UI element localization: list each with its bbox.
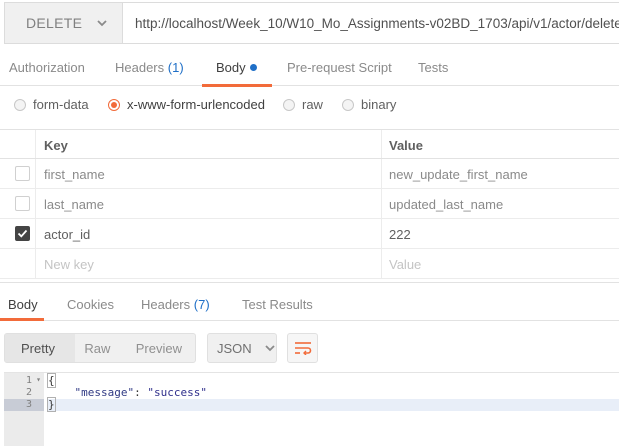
chevron-down-icon (97, 20, 107, 27)
chevron-down-icon (265, 345, 275, 352)
response-body-editor[interactable]: 1 ▾ 2 3 { "message": "success" } (4, 372, 619, 446)
wrap-lines-button[interactable] (287, 333, 318, 363)
param-value-input[interactable]: new_update_first_name (389, 167, 528, 182)
radio-circle-icon (283, 98, 295, 111)
wrap-lines-icon (294, 342, 311, 355)
params-table: Key Value first_name new_update_first_na… (0, 129, 619, 279)
request-tabs: Authorization Headers (1) Body Pre-reque… (0, 52, 619, 86)
line-number: 3 (4, 399, 44, 411)
param-key-input[interactable]: actor_id (44, 227, 90, 242)
line-number: 2 (25, 387, 32, 398)
format-dropdown[interactable]: JSON (207, 333, 277, 363)
table-row: actor_id 222 (0, 219, 619, 249)
url-text: http://localhost/Week_10/W10_Mo_Assignme… (135, 15, 619, 31)
method-dropdown[interactable]: DELETE (5, 3, 123, 43)
radio-circle-icon (14, 98, 26, 111)
json-value: "success" (147, 386, 207, 399)
radio-selected-icon (108, 98, 120, 111)
json-key: "message" (74, 386, 135, 399)
new-param-row: New key Value (0, 249, 619, 279)
request-url-bar: DELETE http://localhost/Week_10/W10_Mo_A… (4, 2, 619, 44)
url-input[interactable]: http://localhost/Week_10/W10_Mo_Assignme… (123, 3, 619, 43)
table-row: first_name new_update_first_name (0, 159, 619, 189)
radio-circle-icon (342, 98, 354, 111)
code-line: "message": "success" (74, 386, 207, 399)
active-tab-indicator (202, 84, 272, 87)
param-key-input[interactable]: last_name (44, 197, 104, 212)
radio-raw[interactable]: raw (283, 97, 323, 112)
code-line-active: } (47, 397, 619, 412)
format-label: JSON (217, 340, 252, 356)
tab-tests[interactable]: Tests (418, 60, 448, 75)
line-number: 1 ▾ (25, 375, 41, 386)
column-header-key: Key (44, 138, 68, 153)
param-value-input[interactable]: updated_last_name (389, 197, 503, 212)
radio-form-data[interactable]: form-data (14, 97, 89, 112)
response-tabs: Body Cookies Headers (7) Test Results (0, 283, 619, 321)
response-headers-count: (7) (193, 297, 210, 312)
table-row: last_name updated_last_name (0, 189, 619, 219)
body-modified-dot-icon (249, 64, 257, 71)
response-tab-body[interactable]: Body (8, 297, 38, 312)
param-key-input[interactable]: first_name (44, 167, 105, 182)
radio-x-www-form-urlencoded[interactable]: x-www-form-urlencoded (108, 97, 265, 112)
line-number-gutter: 1 ▾ 2 3 (4, 373, 44, 446)
tab-pre-request-script[interactable]: Pre-request Script (287, 60, 392, 75)
new-key-input[interactable]: New key (44, 257, 94, 272)
radio-binary[interactable]: binary (342, 97, 396, 112)
row-checkbox[interactable] (15, 166, 30, 181)
row-checkbox[interactable] (15, 196, 30, 211)
response-tab-test-results[interactable]: Test Results (242, 297, 313, 312)
view-mode-group: Pretty Raw Preview (4, 333, 196, 363)
column-header-value: Value (389, 138, 423, 153)
param-value-input[interactable]: 222 (389, 227, 411, 242)
response-active-tab-indicator (0, 318, 44, 321)
code-area: { "message": "success" } (47, 373, 619, 446)
preview-button[interactable]: Preview (130, 341, 195, 356)
table-header: Key Value (0, 129, 619, 159)
fold-arrow-icon[interactable]: ▾ (36, 375, 41, 384)
tab-body[interactable]: Body (216, 60, 257, 75)
new-value-input[interactable]: Value (389, 257, 421, 272)
headers-count: (1) (167, 60, 184, 75)
tab-authorization[interactable]: Authorization (9, 60, 85, 75)
row-checkbox-checked[interactable] (15, 226, 30, 241)
raw-button[interactable]: Raw (74, 341, 129, 356)
tab-headers[interactable]: Headers (1) (115, 60, 184, 75)
pretty-button[interactable]: Pretty (5, 341, 74, 356)
method-label: DELETE (26, 15, 83, 31)
response-toolbar: Pretty Raw Preview JSON (0, 332, 619, 364)
response-tab-headers[interactable]: Headers (7) (141, 297, 210, 312)
response-tab-cookies[interactable]: Cookies (67, 297, 114, 312)
body-type-selector: form-data x-www-form-urlencoded raw bina… (0, 94, 619, 118)
check-icon (17, 229, 28, 238)
